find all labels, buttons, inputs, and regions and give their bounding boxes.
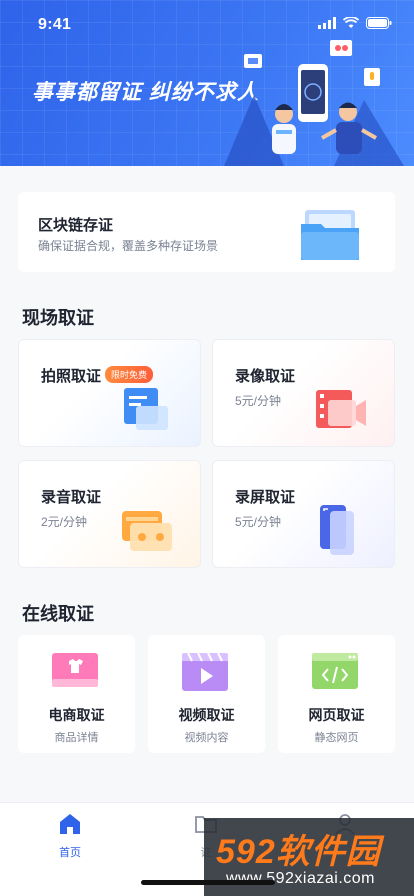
battery-icon: [366, 17, 392, 29]
watermark-logo: 592软件园: [216, 833, 381, 871]
online-section-title: 在线取证: [22, 604, 94, 624]
tab-home[interactable]: 首页: [35, 813, 105, 860]
blockchain-subtitle: 确保证据合规，覆盖多种存证场景: [38, 239, 219, 253]
online-card-title: 网页取证: [308, 707, 365, 723]
shopping-icon: [52, 653, 98, 687]
banner: 9:41 事事都留证 纠纷不求人: [0, 0, 414, 166]
blockchain-card[interactable]: 区块链存证 确保证据合规，覆盖多种存证场景: [18, 192, 395, 272]
webpage-code-icon: [312, 653, 358, 689]
scene-section-title: 现场取证: [22, 308, 94, 328]
home-indicator: [141, 880, 275, 885]
blockchain-title: 区块链存证: [38, 217, 114, 234]
free-badge: 限时免费: [105, 366, 154, 383]
online-card-subtitle: 商品详情: [54, 732, 99, 744]
signal-icon: [318, 17, 336, 29]
online-card-title: 视频取证: [178, 707, 235, 723]
screen-record-evidence-card[interactable]: 录屏取证 5元/分钟: [212, 460, 395, 568]
webpage-evidence-card[interactable]: 网页取证 静态网页: [278, 635, 395, 753]
photo-icon: [124, 388, 168, 430]
scene-card-title: 录音取证: [41, 489, 102, 506]
video-content-evidence-card[interactable]: 视频取证 视频内容: [148, 635, 265, 753]
scene-card-price: 5元/分钟: [235, 394, 282, 408]
photo-evidence-card[interactable]: 拍照取证 限时免费: [18, 339, 201, 447]
mobile-screen-icon: [320, 505, 354, 555]
clapperboard-icon: [182, 653, 228, 691]
ecommerce-evidence-card[interactable]: 电商取证 商品详情: [18, 635, 135, 753]
status-time: 9:41: [38, 16, 72, 33]
scene-card-title: 录像取证: [235, 368, 296, 385]
tab-label: 首页: [59, 847, 81, 859]
watermark-url: www.592xiazai.com: [226, 870, 375, 887]
home-icon: [60, 814, 80, 834]
scene-card-price: 5元/分钟: [235, 515, 282, 529]
scene-card-title: 录屏取证: [235, 489, 296, 506]
video-camera-icon: [316, 390, 366, 428]
online-card-subtitle: 视频内容: [184, 732, 229, 744]
tape-recorder-icon: [122, 511, 172, 551]
wifi-icon: [343, 17, 359, 28]
online-card-subtitle: 静态网页: [314, 732, 359, 744]
online-card-title: 电商取证: [48, 707, 105, 723]
status-icons: [318, 17, 392, 29]
video-record-evidence-card[interactable]: 录像取证 5元/分钟: [212, 339, 395, 447]
scene-card-price: 2元/分钟: [41, 515, 88, 529]
folder-icon: [301, 210, 359, 260]
scene-card-title: 拍照取证: [41, 368, 102, 385]
audio-evidence-card[interactable]: 录音取证 2元/分钟: [18, 460, 201, 568]
banner-illustration: [224, 40, 404, 166]
